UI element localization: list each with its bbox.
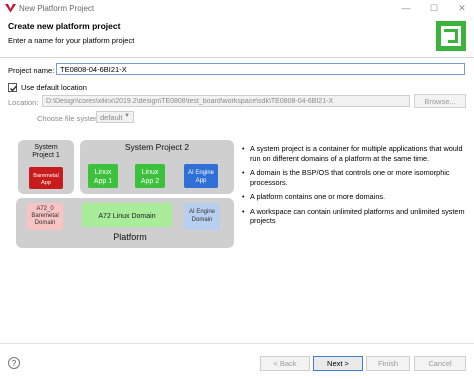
chevron-down-icon: ▼: [124, 113, 130, 119]
use-default-location-checkbox[interactable]: [8, 83, 17, 92]
info-text: A workspace can contain unlimited platfo…: [250, 206, 465, 226]
platform-wizard-icon: [436, 21, 466, 51]
a72-linux-domain-label: A72 Linux Domain: [98, 213, 155, 220]
file-system-value: default: [100, 113, 123, 122]
location-label: Location:: [8, 98, 39, 107]
platform-diagram: Platform System Project 1 Baremetal App Sy…: [12, 136, 236, 250]
close-icon[interactable]: ✕: [454, 2, 470, 14]
footer-divider: [0, 343, 474, 344]
info-text: A system project is a container for mult…: [250, 144, 463, 163]
back-button[interactable]: < Back: [260, 356, 310, 371]
platform-label: Platform: [113, 232, 147, 242]
vitis-logo-icon: [5, 3, 16, 13]
file-system-label: Choose file system:: [37, 114, 103, 123]
next-button[interactable]: Next >: [313, 356, 363, 371]
system-project-1-label: System Project 1: [32, 144, 60, 159]
info-list: • A system project is a container for mul…: [242, 144, 470, 231]
file-system-select[interactable]: default ▼: [96, 111, 134, 123]
info-text: A domain is the BSP/OS that controls one…: [250, 168, 450, 187]
project-name-label: Project name:: [8, 66, 55, 75]
location-input[interactable]: [42, 95, 410, 107]
title-bar: New Platform Project — ☐ ✕: [0, 0, 474, 17]
finish-button[interactable]: Finish: [366, 356, 410, 371]
list-item: • A platform contains one or more domains…: [242, 192, 386, 201]
cancel-button[interactable]: Cancel: [414, 356, 466, 371]
minimize-icon[interactable]: —: [398, 2, 414, 14]
browse-button[interactable]: Browse...: [414, 94, 466, 108]
help-icon[interactable]: ?: [8, 357, 20, 369]
system-project-2-label: System Project 2: [125, 142, 190, 152]
list-item: • A system project is a container for mul…: [242, 144, 463, 163]
ai-engine-app-block: [184, 164, 218, 188]
info-text: A platform contains one or more domains.: [250, 192, 386, 201]
wizard-header: Create new platform project Enter a name…: [0, 17, 474, 58]
list-item: • A domain is the BSP/OS that controls on…: [242, 168, 450, 187]
page-subtitle: Enter a name for your platform project: [8, 36, 135, 45]
use-default-location-label: Use default location: [21, 83, 87, 92]
list-item: • A workspace can contain unlimited platf…: [242, 206, 465, 226]
project-name-input[interactable]: [56, 63, 465, 75]
maximize-icon[interactable]: ☐: [426, 2, 442, 14]
window-title: New Platform Project: [19, 4, 95, 13]
page-title: Create new platform project: [8, 21, 121, 31]
